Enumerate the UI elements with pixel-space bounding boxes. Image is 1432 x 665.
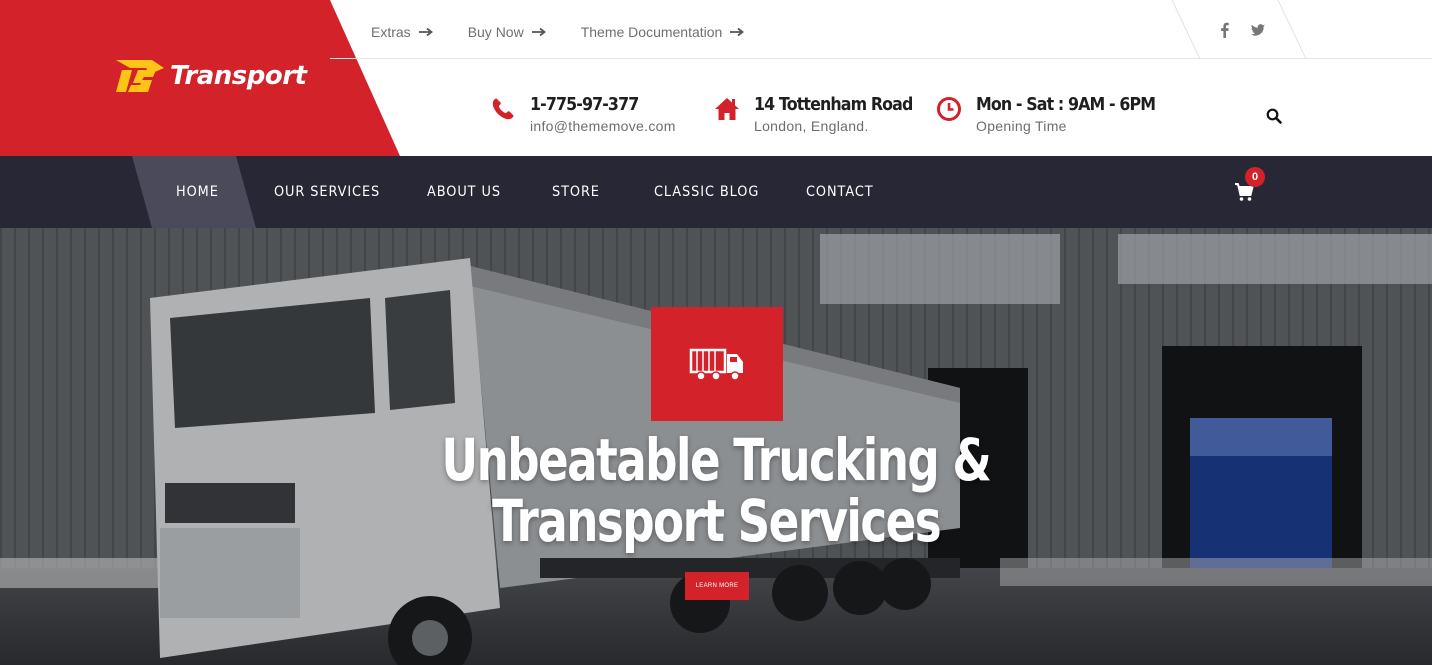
nav-item-contact[interactable]: CONTACT (806, 184, 874, 200)
hero-title-text: Unbeatable Trucking & (441, 426, 992, 494)
contact-address-text: 14 Tottenham Road London, England. (754, 94, 934, 134)
top-link-extras[interactable]: Extras (371, 24, 433, 40)
search-icon[interactable] (1266, 108, 1282, 124)
contact-hours: Mon - Sat : 9AM - 6PM Opening Time (936, 94, 1180, 134)
nav-item-store[interactable]: STORE (552, 184, 600, 200)
home-icon (715, 98, 739, 120)
phone-icon (492, 98, 514, 120)
top-link-buy-now[interactable]: Buy Now (468, 24, 546, 40)
top-link-label: Theme Documentation (580, 24, 723, 40)
top-bar: Extras Buy Now Theme Documentation (330, 0, 1432, 59)
page: Transport Extras Buy Now Theme Documenta… (0, 0, 1432, 665)
city: London, England. (754, 118, 869, 134)
site-header: Transport Extras Buy Now Theme Documenta… (0, 0, 1432, 156)
email-address[interactable]: info@thememove.com (530, 118, 676, 134)
hero-title-line-1: Unbeatable Trucking & (0, 430, 1432, 491)
arrow-right-icon (531, 27, 546, 37)
top-link-theme-documentation[interactable]: Theme Documentation (581, 24, 745, 40)
hero-slider: Unbeatable Trucking & Transport Services… (0, 228, 1432, 665)
truck-icon (689, 348, 743, 381)
learn-more-button[interactable]: LEARN MORE (685, 572, 749, 600)
main-nav: HOME OUR SERVICES ABOUT US STORE CLASSIC… (0, 156, 1432, 228)
hero-title-line-2: Transport Services (0, 491, 1432, 552)
logo-text: Transport (170, 61, 307, 91)
twitter-icon[interactable] (1250, 22, 1266, 38)
opening-time-label: Opening Time (976, 118, 1067, 134)
hero-title-text: Transport Services (492, 487, 942, 555)
cart-count-badge: 0 (1245, 167, 1265, 187)
contact-address: 14 Tottenham Road London, England. (714, 94, 934, 134)
nav-item-our-services[interactable]: OUR SERVICES (274, 184, 380, 200)
arrow-right-icon (730, 27, 745, 37)
logo-mark-icon (116, 60, 164, 92)
hero-icon-badge (651, 307, 783, 421)
arrow-right-icon (418, 27, 433, 37)
street-address: 14 Tottenham Road (754, 94, 913, 115)
clock-icon (937, 97, 961, 121)
social-divider (1172, 0, 1306, 59)
site-logo[interactable]: Transport (106, 56, 307, 96)
social-links (1172, 0, 1306, 59)
nav-item-about-us[interactable]: ABOUT US (427, 184, 501, 200)
top-links: Extras Buy Now Theme Documentation (371, 24, 779, 40)
facebook-icon[interactable] (1217, 22, 1233, 38)
nav-item-home[interactable]: HOME (176, 184, 219, 200)
nav-item-classic-blog[interactable]: CLASSIC BLOG (654, 184, 759, 200)
top-link-label: Extras (371, 24, 411, 40)
phone-number: 1-775-97-377 (530, 94, 639, 115)
top-link-label: Buy Now (467, 24, 524, 40)
opening-hours: Mon - Sat : 9AM - 6PM (976, 94, 1156, 115)
contact-hours-text: Mon - Sat : 9AM - 6PM Opening Time (976, 94, 1180, 134)
contact-phone-text: 1-775-97-377 info@thememove.com (530, 94, 676, 134)
contact-phone: 1-775-97-377 info@thememove.com (490, 94, 676, 134)
